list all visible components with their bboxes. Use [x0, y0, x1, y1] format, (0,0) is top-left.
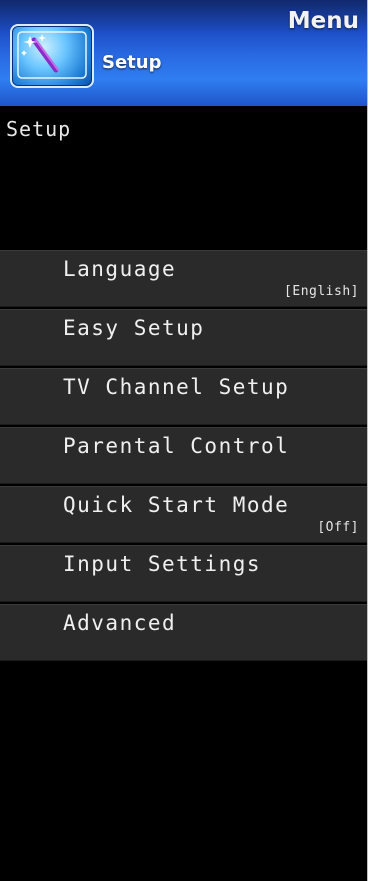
- menu-item-label: Easy Setup: [63, 316, 205, 340]
- header-title: Setup: [102, 52, 162, 73]
- menu-item-parental-control[interactable]: Parental Control: [0, 427, 367, 484]
- menu-header: Menu Setup: [0, 0, 367, 106]
- menu-item-label: Quick Start Mode: [63, 493, 290, 517]
- menu-item-label: Advanced: [63, 611, 177, 635]
- menu-label: Menu: [287, 8, 359, 34]
- menu-item-label: TV Channel Setup: [63, 375, 290, 399]
- menu-panel: Menu Setup Setup Language [English] Easy…: [0, 0, 368, 881]
- menu-item-label: Parental Control: [63, 434, 290, 458]
- menu-item-tv-channel-setup[interactable]: TV Channel Setup: [0, 368, 367, 425]
- menu-item-language[interactable]: Language [English]: [0, 250, 367, 307]
- menu-item-label: Input Settings: [63, 552, 262, 576]
- menu-item-easy-setup[interactable]: Easy Setup: [0, 309, 367, 366]
- menu-item-advanced[interactable]: Advanced: [0, 604, 367, 661]
- setup-wand-icon: [10, 24, 94, 88]
- menu-item-value: [Off]: [317, 520, 359, 535]
- menu-item-value: [English]: [284, 284, 359, 299]
- menu-item-label: Language: [63, 257, 177, 281]
- menu-item-input-settings[interactable]: Input Settings: [0, 545, 367, 602]
- setup-menu-list: Language [English] Easy Setup TV Channel…: [0, 250, 367, 663]
- page-title: Setup: [6, 117, 72, 141]
- menu-item-quick-start-mode[interactable]: Quick Start Mode [Off]: [0, 486, 367, 543]
